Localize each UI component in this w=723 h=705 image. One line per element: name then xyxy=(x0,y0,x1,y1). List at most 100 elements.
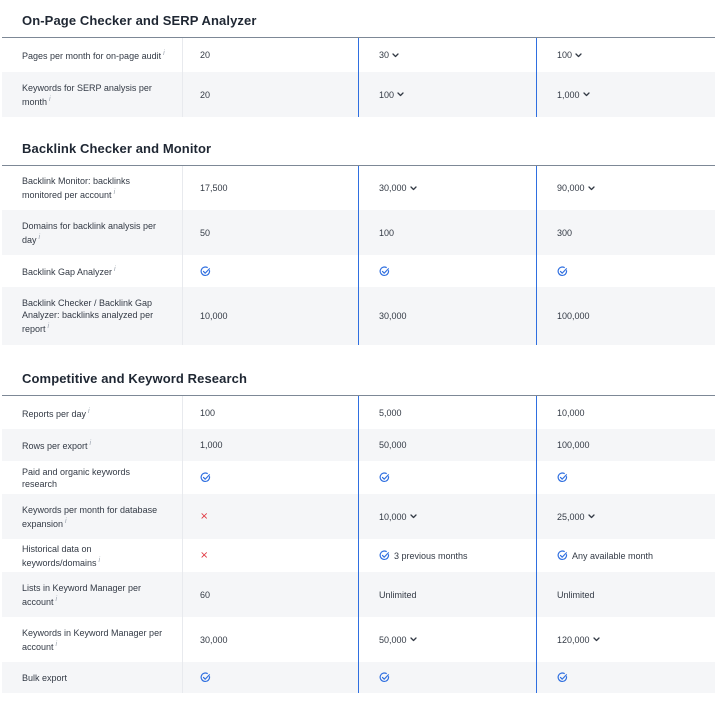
plan-value-cell[interactable]: 120,000 xyxy=(557,617,600,662)
plan-value-cell xyxy=(557,461,568,494)
chevron-down-icon[interactable] xyxy=(397,92,404,97)
feature-label-cell: Keywords per month for database expansio… xyxy=(22,494,167,539)
chevron-down-icon[interactable] xyxy=(592,637,600,642)
plan-value-cell[interactable]: 30 xyxy=(379,38,399,72)
plan-value-dropdown[interactable]: 90,000 xyxy=(557,183,585,193)
chevron-down-icon[interactable] xyxy=(587,185,595,191)
check-icon xyxy=(379,550,390,561)
column-separator xyxy=(182,396,183,693)
plan-value-cell[interactable]: 10,000 xyxy=(379,494,417,539)
section-title: Competitive and Keyword Research xyxy=(22,371,247,386)
feature-label: Backlink Gap Analyzer xyxy=(22,267,113,277)
chevron-down-icon[interactable] xyxy=(587,514,595,519)
plan-value-cell[interactable]: 50,000 xyxy=(379,617,417,662)
plan-value-cell: 300 xyxy=(557,210,572,255)
chevron-down-icon[interactable] xyxy=(409,514,417,519)
feature-label-cell: Pages per month for on-page audit i xyxy=(22,38,167,72)
plan-value-dropdown[interactable]: 100 xyxy=(557,50,572,60)
info-icon[interactable]: i xyxy=(56,596,58,603)
plan-value-cell: 30,000 xyxy=(379,287,407,345)
plan-value: Unlimited xyxy=(379,589,417,600)
plan-value: 30,000 xyxy=(200,634,228,645)
plan-value-cell[interactable]: 25,000 xyxy=(557,494,595,539)
plan-value: 20 xyxy=(200,50,211,60)
section-title: Backlink Checker and Monitor xyxy=(22,141,212,156)
plan-value-dropdown[interactable]: 100 xyxy=(379,90,394,100)
info-icon[interactable]: i xyxy=(56,641,58,648)
feature-label: Keywords for SERP analysis per month xyxy=(22,82,152,107)
info-icon[interactable]: i xyxy=(163,50,165,57)
feature-label: Domains for backlink analysis per day xyxy=(22,220,157,245)
plan-column-border xyxy=(358,166,359,345)
plan-value-cell: 5,000 xyxy=(379,396,402,429)
plan-value-dropdown[interactable]: 30,000 xyxy=(379,183,407,193)
plan-value-cell[interactable]: 90,000 xyxy=(557,166,595,210)
plan-value-dropdown[interactable]: 10,000 xyxy=(379,512,407,522)
info-icon[interactable]: i xyxy=(65,518,67,525)
info-icon[interactable]: i xyxy=(90,440,92,447)
feature-label-cell: Keywords in Keyword Manager per account i xyxy=(22,617,167,662)
plan-value-cell: 50 xyxy=(200,210,210,255)
chevron-down-icon[interactable] xyxy=(409,185,417,191)
check-icon xyxy=(379,472,390,483)
check-icon xyxy=(200,472,211,483)
plan-value-cell: × xyxy=(200,539,208,572)
feature-label-cell: Backlink Checker / Backlink Gap Analyzer… xyxy=(22,287,167,345)
plan-value-cell: Unlimited xyxy=(379,572,417,617)
plan-value-dropdown[interactable]: 1,000 xyxy=(557,90,580,100)
feature-label-cell: Bulk export xyxy=(22,662,167,693)
plan-value-dropdown[interactable]: 25,000 xyxy=(557,512,585,522)
plan-column-border xyxy=(358,38,359,117)
plan-value: 30,000 xyxy=(379,311,407,321)
plan-value-cell: Unlimited xyxy=(557,572,595,617)
check-icon xyxy=(557,550,568,561)
plan-value: 60 xyxy=(200,589,211,600)
plan-value-cell xyxy=(557,662,568,693)
feature-label-cell: Backlink Monitor: backlinks monitored pe… xyxy=(22,166,167,210)
info-icon[interactable]: i xyxy=(88,408,90,415)
info-icon[interactable]: i xyxy=(49,96,51,103)
feature-label-cell: Historical data on keywords/domains i xyxy=(22,539,167,572)
chevron-down-icon[interactable] xyxy=(582,92,590,97)
plan-value-dropdown[interactable]: 50,000 xyxy=(379,635,407,645)
info-icon[interactable]: i xyxy=(114,189,116,196)
plan-value-dropdown[interactable]: 30 xyxy=(379,50,389,60)
plan-value-cell: Any available month xyxy=(557,539,653,572)
feature-label: Lists in Keyword Manager per account xyxy=(22,582,142,607)
plan-value: 50 xyxy=(200,227,211,238)
plan-column-border xyxy=(536,396,537,693)
plan-value-dropdown[interactable]: 120,000 xyxy=(557,635,590,645)
plan-value-cell: 100,000 xyxy=(557,287,590,345)
plan-value: Unlimited xyxy=(557,589,595,600)
feature-label: Pages per month for on-page audit xyxy=(22,51,162,61)
plan-value-cell xyxy=(200,255,211,287)
plan-value-cell[interactable]: 100 xyxy=(379,72,404,117)
plan-value: 100,000 xyxy=(557,440,590,450)
plan-value-cell[interactable]: 30,000 xyxy=(379,166,417,210)
plan-column-border xyxy=(536,38,537,117)
feature-label-cell: Reports per day i xyxy=(22,396,167,429)
plan-value-cell xyxy=(379,461,390,494)
feature-label: Rows per export xyxy=(22,441,88,451)
chevron-down-icon[interactable] xyxy=(575,52,582,58)
check-icon xyxy=(557,472,568,483)
info-icon[interactable]: i xyxy=(99,557,101,564)
plan-column-border xyxy=(358,396,359,693)
feature-label-cell: Backlink Gap Analyzer i xyxy=(22,255,167,287)
chevron-down-icon[interactable] xyxy=(409,637,417,642)
plan-value-cell: 100 xyxy=(200,396,215,429)
info-icon[interactable]: i xyxy=(48,323,50,330)
plan-value-cell[interactable]: 1,000 xyxy=(557,72,590,117)
plan-value-cell xyxy=(379,255,390,287)
plan-value-cell: 17,500 xyxy=(200,166,228,210)
plan-value: 300 xyxy=(557,227,573,238)
check-icon xyxy=(200,672,211,683)
info-icon[interactable]: i xyxy=(114,266,116,273)
plan-value-cell: 50,000 xyxy=(379,429,407,461)
plan-value: 3 previous months xyxy=(394,550,468,561)
plan-value-cell[interactable]: 100 xyxy=(557,38,582,72)
chevron-down-icon[interactable] xyxy=(392,52,399,58)
column-separator xyxy=(182,38,183,117)
plan-value-cell: 1,000 xyxy=(200,429,223,461)
info-icon[interactable]: i xyxy=(39,234,41,241)
